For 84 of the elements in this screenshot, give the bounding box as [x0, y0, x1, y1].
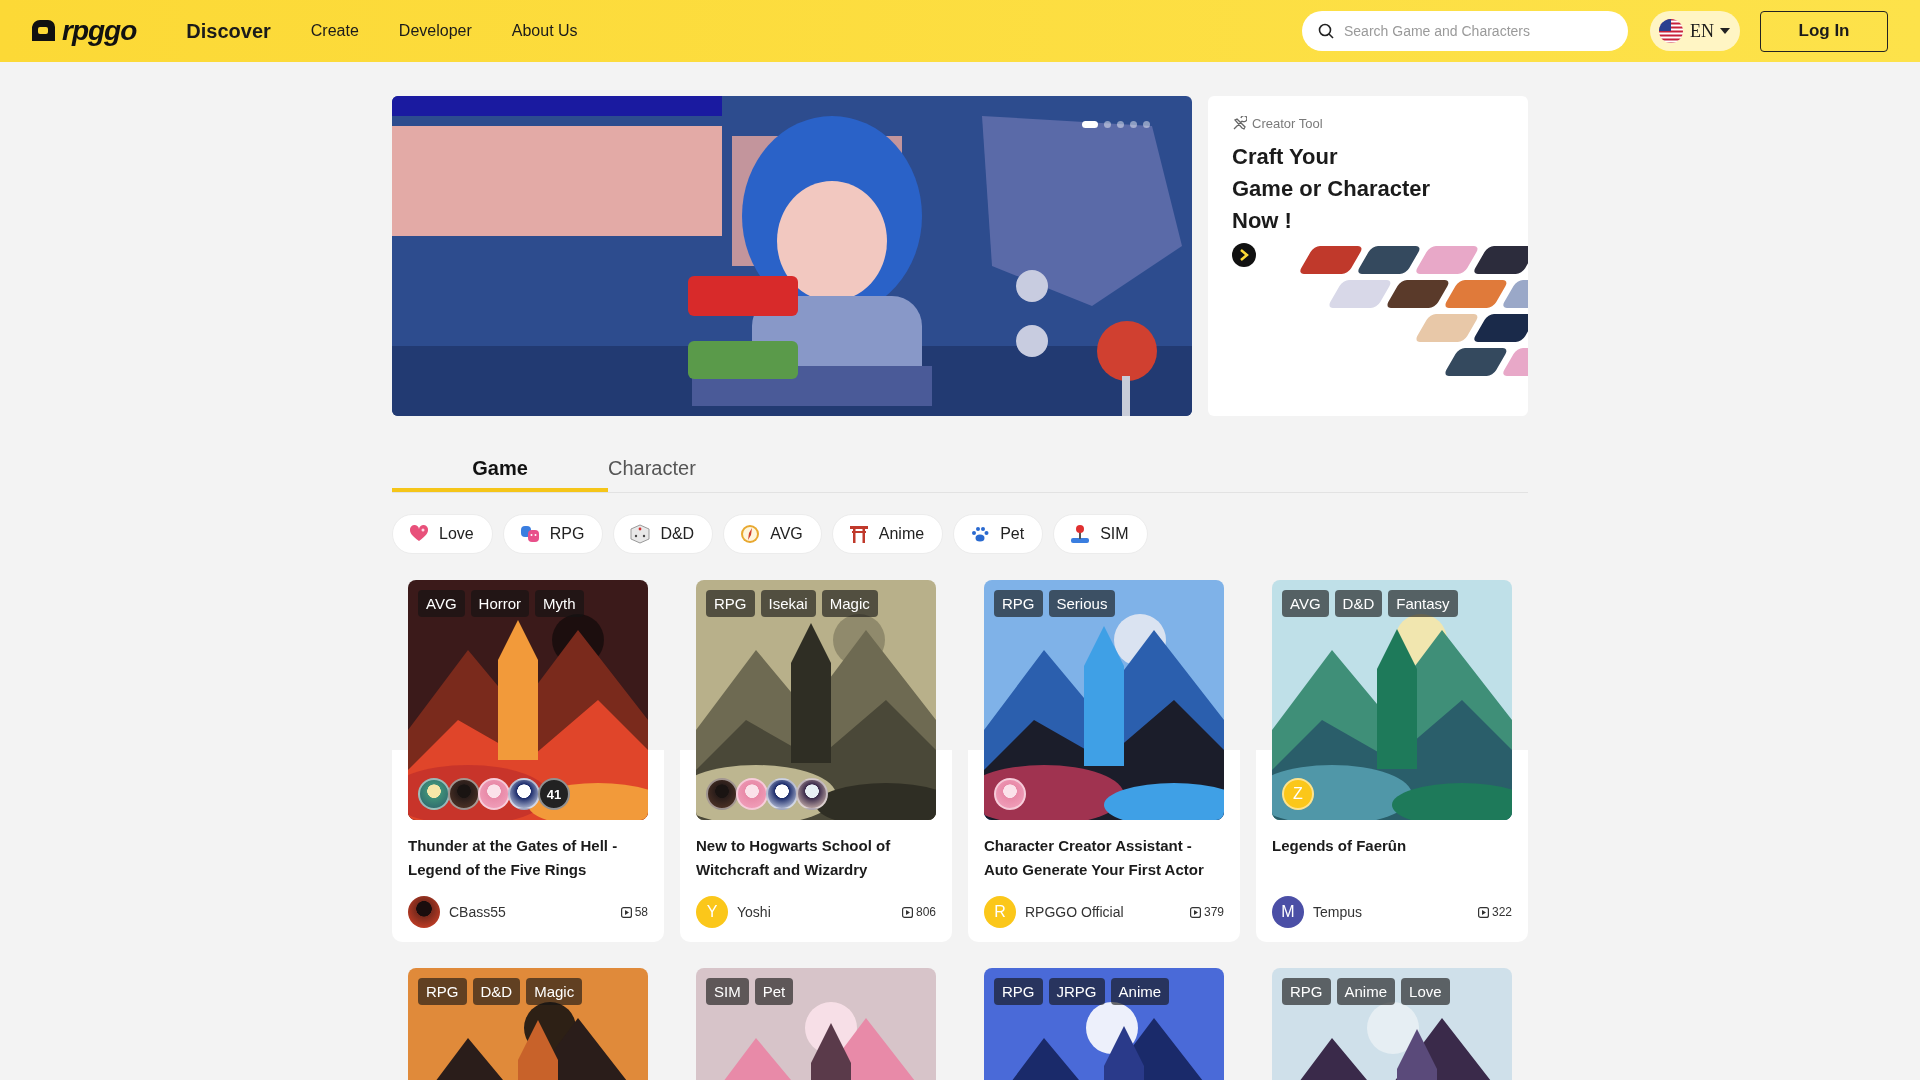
- play-count: 58: [634, 905, 648, 919]
- tab[interactable]: Game: [392, 448, 608, 492]
- play-icon: [1189, 906, 1201, 918]
- genre-tag: SIM: [706, 978, 749, 1005]
- chevron-right-icon: [1239, 249, 1249, 261]
- tab[interactable]: Character: [608, 448, 696, 492]
- caret-icon: [1720, 28, 1730, 34]
- genre-tag: Serious: [1048, 590, 1116, 617]
- paw-icon: [970, 524, 991, 544]
- heart-icon: [409, 524, 429, 544]
- genre-tag: Magic: [821, 590, 878, 617]
- genre-tag: Isekai: [760, 590, 816, 617]
- genre-tag: RPG: [706, 590, 755, 617]
- play-count: 322: [1491, 905, 1512, 919]
- language-selector[interactable]: EN: [1650, 11, 1740, 51]
- nav-link[interactable]: Developer: [398, 22, 472, 40]
- author-name: Yoshi: [737, 904, 772, 920]
- creator-heading: Craft Your Game or Character Now !: [1232, 143, 1432, 235]
- avatar: M: [1272, 896, 1304, 928]
- genre-tag: Love: [1401, 978, 1450, 1005]
- game-title: Thunder at the Gates of Hell - Legend of the Five Rings: [408, 836, 619, 880]
- carousel-dot[interactable]: [1143, 121, 1150, 128]
- genre-tag: RPG: [1282, 978, 1331, 1005]
- game-card[interactable]: RPG Isekai Magic New to Hogwarts School of Witchcraft and Wizardry Y Yoshi 806: [680, 580, 952, 942]
- dice-icon: [630, 524, 651, 544]
- genre-tag: JRPG: [1048, 978, 1105, 1005]
- genre-tag: Horror: [470, 590, 530, 617]
- play-count: 379: [1203, 905, 1224, 919]
- author-name: RPGGO Official: [1025, 904, 1125, 920]
- search-icon: [1318, 23, 1334, 39]
- search-field[interactable]: Search Game and Characters: [1302, 11, 1628, 51]
- logo-text[interactable]: rpggo: [62, 15, 137, 47]
- game-card[interactable]: AVG Horror Myth 41 Thunder at the Gates of Hell - Legend of the Five Rings CBass55 58: [392, 580, 664, 942]
- genre-tag: Fantasy: [1388, 590, 1458, 617]
- genre-tag: Anime: [1336, 978, 1396, 1005]
- gate-icon: [848, 524, 869, 544]
- genre-tag: Magic: [526, 978, 583, 1005]
- genre-chip[interactable]: Love: [392, 514, 493, 554]
- avatar: [408, 896, 440, 928]
- nav-link[interactable]: About Us: [511, 22, 578, 40]
- author-name: CBass55: [449, 904, 507, 920]
- carousel-dot[interactable]: [1117, 121, 1124, 128]
- ghost-logo-icon[interactable]: [30, 19, 56, 43]
- game-title: New to Hogwarts School of Witchcraft and Wizardry: [696, 836, 892, 880]
- genre-tag: AVG: [418, 590, 465, 617]
- compass-icon: [740, 524, 761, 544]
- avatar: Y: [696, 896, 728, 928]
- login-button[interactable]: Log In: [1760, 10, 1888, 52]
- game-title: Legends of Faerûn: [1272, 836, 1408, 856]
- genre-chip[interactable]: SIM: [1053, 514, 1148, 554]
- nav-link[interactable]: Discover: [186, 19, 271, 43]
- genre-tag: D&D: [472, 978, 521, 1005]
- author-name: Tempus: [1313, 904, 1364, 920]
- genre-chip[interactable]: AVG: [723, 514, 822, 554]
- flag-icon: [1658, 18, 1684, 44]
- genre-chip[interactable]: Anime: [831, 514, 944, 554]
- game-card[interactable]: RPG Serious Character Creator Assistant - Auto Generate Your First Actor R RPGGO Official 379: [968, 580, 1240, 942]
- game-card[interactable]: AVG D&D Fantasy Z Legends of Faerûn M Tempus 322: [1256, 580, 1528, 942]
- play-icon: [1477, 906, 1489, 918]
- genre-chip[interactable]: Pet: [953, 514, 1044, 554]
- genre-tag: Myth: [535, 590, 584, 617]
- joystick-icon: [1070, 524, 1091, 544]
- carousel-dot[interactable]: [1130, 121, 1137, 128]
- genre-tag: Anime: [1110, 978, 1170, 1005]
- game-title: Character Creator Assistant - Auto Generate Your First Actor: [984, 836, 1205, 880]
- nav-link[interactable]: Create: [310, 22, 359, 40]
- play-icon: [620, 906, 632, 918]
- play-icon: [901, 906, 913, 918]
- creator-tool-label: Creator Tool: [1252, 116, 1323, 131]
- avatar: R: [984, 896, 1016, 928]
- genre-chip[interactable]: D&D: [613, 514, 714, 554]
- carousel-dot[interactable]: [1104, 121, 1111, 128]
- genre-chip[interactable]: RPG: [502, 514, 604, 554]
- creator-tool-card[interactable]: Creator Tool Craft Your Game or Character Now !: [1208, 96, 1528, 416]
- arrow-button[interactable]: [1232, 243, 1256, 267]
- genre-tag: RPG: [994, 978, 1043, 1005]
- genre-tag: D&D: [1334, 590, 1383, 617]
- genre-tag: RPG: [418, 978, 467, 1005]
- genre-tag: RPG: [994, 590, 1043, 617]
- masks-icon: [519, 524, 540, 544]
- tools-icon: [1232, 116, 1247, 131]
- genre-tag: AVG: [1282, 590, 1329, 617]
- genre-tag: Pet: [754, 978, 794, 1005]
- play-count: 806: [915, 905, 936, 919]
